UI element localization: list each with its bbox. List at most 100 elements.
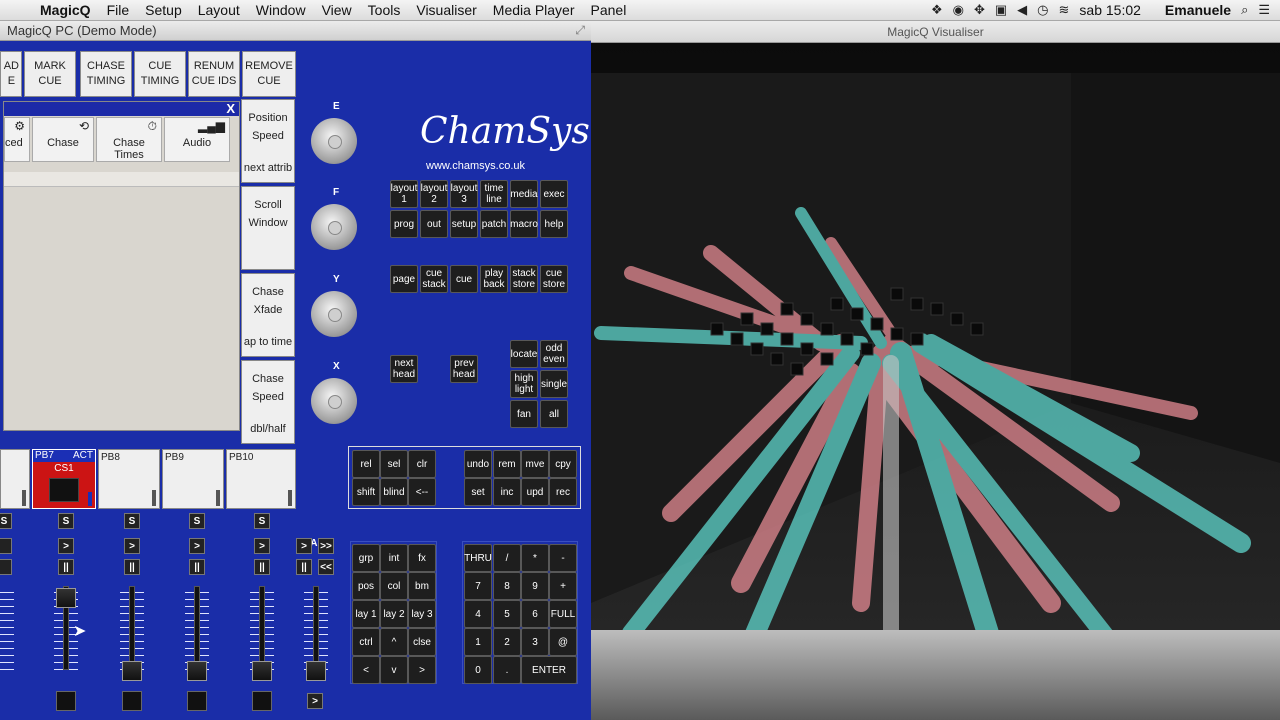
fullscreen-icon[interactable]: ⤢ — [575, 23, 585, 38]
window-titlebar[interactable]: MagicQ PC (Demo Mode) ⤢ — [0, 21, 591, 41]
ctrl-key[interactable]: ctrl — [352, 628, 380, 656]
go-button[interactable]: > — [254, 538, 270, 554]
cue-key[interactable]: cue — [450, 265, 478, 293]
time-machine-icon[interactable]: ◷ — [1037, 2, 1048, 18]
key-6[interactable]: 6 — [521, 600, 549, 628]
playback-fader[interactable] — [187, 661, 207, 681]
visualiser-title[interactable]: MagicQ Visualiser — [591, 21, 1280, 43]
layout-1-key[interactable]: layout 1 — [390, 180, 418, 208]
go-button[interactable]: > — [124, 538, 140, 554]
cpy-key[interactable]: cpy — [549, 450, 577, 478]
exec-key[interactable]: exec — [540, 180, 568, 208]
flash-button[interactable] — [56, 691, 76, 711]
playback-fader[interactable] — [56, 588, 76, 608]
tab-chase[interactable]: ⟲ Chase — [32, 117, 94, 162]
flash-button[interactable] — [252, 691, 272, 711]
position-speed-encoder-button[interactable]: Position Speed next attrib — [241, 99, 295, 183]
undo-key[interactable]: undo — [464, 450, 492, 478]
layout-2-key[interactable]: layout 2 — [420, 180, 448, 208]
cue-stack-list[interactable] — [4, 172, 239, 187]
pause-button[interactable]: || — [189, 559, 205, 575]
upd-key[interactable]: upd — [521, 478, 549, 506]
grp-key[interactable]: grp — [352, 544, 380, 572]
menu-layout[interactable]: Layout — [190, 2, 248, 18]
playback-pb9[interactable]: PB9 — [162, 449, 224, 509]
load-cue-button[interactable]: AD E — [0, 51, 22, 97]
rewind-button[interactable]: << — [318, 559, 334, 575]
select-button[interactable]: S — [0, 513, 12, 529]
menu-app[interactable]: MagicQ — [32, 2, 99, 18]
down-key[interactable]: v — [380, 656, 408, 684]
rel-key[interactable]: rel — [352, 450, 380, 478]
menu-visualiser[interactable]: Visualiser — [408, 2, 484, 18]
key-7[interactable]: 7 — [464, 572, 492, 600]
menu-tools[interactable]: Tools — [360, 2, 409, 18]
pause-button[interactable]: || — [254, 559, 270, 575]
xfade-pause-button[interactable]: || — [296, 559, 312, 575]
menu-panel[interactable]: Panel — [583, 2, 635, 18]
mark-cue-button[interactable]: MARK CUE — [24, 51, 76, 97]
playback-fader[interactable] — [252, 661, 272, 681]
xfade-go-bottom-button[interactable]: > — [307, 693, 323, 709]
menubar-user[interactable]: Emanuele — [1165, 2, 1231, 18]
encoder-y[interactable] — [311, 291, 357, 337]
lay-3-key[interactable]: lay 3 — [408, 600, 436, 628]
decimal-key[interactable]: . — [493, 656, 521, 684]
select-button[interactable]: S — [124, 513, 140, 529]
all-key[interactable]: all — [540, 400, 568, 428]
pause-button[interactable] — [0, 559, 12, 575]
menu-setup[interactable]: Setup — [137, 2, 190, 18]
encoder-f[interactable] — [311, 204, 357, 250]
key-5[interactable]: 5 — [493, 600, 521, 628]
bm-key[interactable]: bm — [408, 572, 436, 600]
menu-view[interactable]: View — [314, 2, 360, 18]
full-key[interactable]: FULL — [549, 600, 577, 628]
menu-window[interactable]: Window — [248, 2, 314, 18]
menu-file[interactable]: File — [99, 2, 138, 18]
cue-stack-key[interactable]: cue stack — [420, 265, 448, 293]
single-key[interactable]: single — [540, 370, 568, 398]
rec-key[interactable]: rec — [549, 478, 577, 506]
playback-pb7[interactable]: PB7 ACT CS1 — [32, 449, 96, 509]
clse-key[interactable]: clse — [408, 628, 436, 656]
cue-stack-window-header[interactable]: X — [4, 101, 239, 116]
select-button[interactable]: S — [189, 513, 205, 529]
shift-key[interactable]: shift — [352, 478, 380, 506]
locate-key[interactable]: locate — [510, 340, 538, 368]
chase-xfade-encoder-button[interactable]: Chase Xfade ap to time — [241, 273, 295, 357]
lay-1-key[interactable]: lay 1 — [352, 600, 380, 628]
left-key[interactable]: < — [352, 656, 380, 684]
lock-icon[interactable]: ▣ — [995, 2, 1007, 18]
notification-list-icon[interactable]: ☰ — [1258, 2, 1270, 18]
plus-key[interactable]: + — [549, 572, 577, 600]
playback-pb10[interactable]: PB10 — [226, 449, 296, 509]
go-button[interactable] — [0, 538, 12, 554]
xfade-go-button[interactable]: > — [296, 538, 312, 554]
key-1[interactable]: 1 — [464, 628, 492, 656]
prog-key[interactable]: prog — [390, 210, 418, 238]
pos-key[interactable]: pos — [352, 572, 380, 600]
flash-button[interactable] — [122, 691, 142, 711]
select-button[interactable]: S — [254, 513, 270, 529]
minus-key[interactable]: - — [549, 544, 577, 572]
next-head-key[interactable]: next head — [390, 355, 418, 383]
out-key[interactable]: out — [420, 210, 448, 238]
dropbox-icon[interactable]: ❖ — [931, 2, 943, 18]
go-button[interactable]: > — [58, 538, 74, 554]
xfade-fader[interactable] — [306, 661, 326, 681]
page-key[interactable]: page — [390, 265, 418, 293]
set-key[interactable]: set — [464, 478, 492, 506]
help-key[interactable]: help — [540, 210, 568, 238]
close-icon[interactable]: X — [226, 101, 235, 116]
lay-2-key[interactable]: lay 2 — [380, 600, 408, 628]
key-4[interactable]: 4 — [464, 600, 492, 628]
pause-button[interactable]: || — [124, 559, 140, 575]
renum-cue-ids-button[interactable]: RENUM CUE IDS — [188, 51, 240, 97]
layout-3-key[interactable]: layout 3 — [450, 180, 478, 208]
encoder-x[interactable] — [311, 378, 357, 424]
right-key[interactable]: > — [408, 656, 436, 684]
playback-fader[interactable] — [122, 661, 142, 681]
volume-icon[interactable]: ◀ — [1017, 2, 1027, 18]
key-2[interactable]: 2 — [493, 628, 521, 656]
playback-pb6[interactable] — [0, 449, 30, 509]
